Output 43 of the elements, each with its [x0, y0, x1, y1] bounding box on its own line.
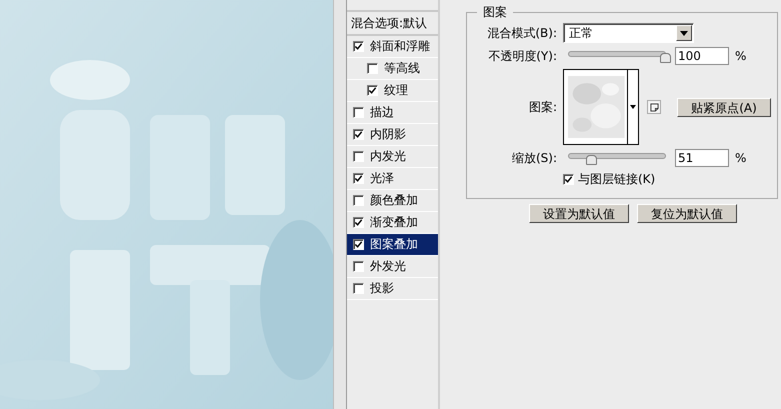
checkbox[interactable]: [353, 173, 364, 184]
style-item[interactable]: 斜面和浮雕: [347, 36, 438, 58]
checkbox[interactable]: [353, 107, 364, 118]
checkbox[interactable]: [353, 261, 364, 272]
checkbox[interactable]: [353, 217, 364, 228]
style-item[interactable]: 等高线: [347, 58, 438, 80]
checkbox[interactable]: [367, 63, 378, 74]
field-label: 不透明度(Y):: [487, 48, 557, 64]
field-label: 图案:: [528, 98, 557, 116]
checkbox[interactable]: [353, 151, 364, 162]
blend-mode-dropdown[interactable]: 正常: [563, 23, 694, 43]
checkbox[interactable]: [353, 41, 364, 52]
default-button[interactable]: 设置为默认值: [529, 204, 629, 223]
field-label: 缩放(S):: [510, 150, 557, 166]
unit-label: %: [734, 49, 746, 63]
slider-thumb[interactable]: [586, 155, 598, 165]
unit-label: %: [734, 151, 746, 165]
slider-thumb[interactable]: [660, 53, 671, 63]
opacity-input[interactable]: 100: [675, 47, 729, 65]
style-item[interactable]: 颜色叠加: [347, 190, 438, 212]
group-title: 图案: [482, 4, 508, 21]
style-item[interactable]: 内发光: [347, 146, 438, 168]
checkbox-label: 与图层链接(K): [578, 171, 656, 188]
dropdown-arrow-icon[interactable]: [626, 70, 638, 144]
style-item[interactable]: 投影: [347, 278, 438, 300]
style-item[interactable]: 纹理: [347, 80, 438, 102]
scale-input[interactable]: 51: [675, 149, 729, 167]
style-item[interactable]: 内阴影: [347, 124, 438, 146]
checkbox[interactable]: [353, 195, 364, 206]
checkbox[interactable]: [367, 85, 378, 96]
checkbox[interactable]: [353, 283, 364, 294]
blend-options-item[interactable]: 混合选项:默认: [347, 12, 438, 36]
checkbox[interactable]: [353, 239, 364, 250]
style-item[interactable]: 图案叠加: [347, 234, 438, 256]
style-item[interactable]: 外发光: [347, 256, 438, 278]
field-label: 混合模式(B):: [486, 24, 557, 42]
default-button[interactable]: 复位为默认值: [637, 204, 737, 223]
style-item[interactable]: 描边: [347, 102, 438, 124]
pattern-picker[interactable]: [563, 69, 639, 145]
checkbox[interactable]: [563, 174, 574, 185]
checkbox[interactable]: [353, 129, 364, 140]
snap-to-origin-button[interactable]: 贴紧原点(A): [677, 98, 771, 116]
style-item[interactable]: 光泽: [347, 168, 438, 190]
